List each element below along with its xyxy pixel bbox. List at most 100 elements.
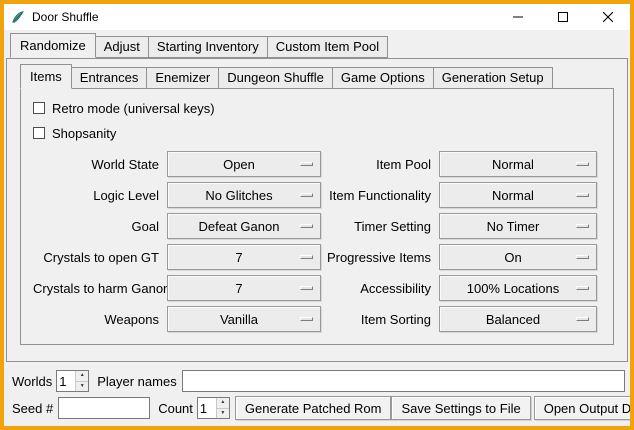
chevron-up-icon[interactable]: ▲ xyxy=(76,371,88,382)
dropdown-crystals-open-gt[interactable]: 7 xyxy=(167,244,321,270)
worlds-row: Worlds ▲ ▼ Player names xyxy=(12,370,625,392)
randomize-pane: Items Entrances Enemizer Dungeon Shuffle… xyxy=(6,58,628,362)
dropdown-weapons-value: Vanilla xyxy=(168,312,320,327)
dropdown-item-pool[interactable]: Normal xyxy=(439,151,597,177)
option-menu-indicator xyxy=(576,255,589,259)
inner-notebook: Items Entrances Enemizer Dungeon Shuffle… xyxy=(20,64,614,345)
option-menu-indicator xyxy=(300,286,313,290)
count-stepper-arrows: ▲ ▼ xyxy=(216,398,229,418)
shopsanity-label: Shopsanity xyxy=(52,126,116,141)
tab-generation-setup[interactable]: Generation Setup xyxy=(433,67,553,89)
dropdown-weapons[interactable]: Vanilla xyxy=(167,306,321,332)
option-menu-indicator xyxy=(576,193,589,197)
maximize-button[interactable] xyxy=(540,4,585,30)
dropdown-logic-level[interactable]: No Glitches xyxy=(167,182,321,208)
dropdown-world-state[interactable]: Open xyxy=(167,151,321,177)
bottom-controls: Worlds ▲ ▼ Player names Seed # Count ▲ ▼ xyxy=(4,362,630,426)
label-world-state: World State xyxy=(33,157,167,172)
tab-adjust[interactable]: Adjust xyxy=(95,36,149,58)
tab-game-options[interactable]: Game Options xyxy=(332,67,434,89)
dropdown-world-state-value: Open xyxy=(168,157,320,172)
option-menu-indicator xyxy=(300,162,313,166)
open-output-directory-button[interactable]: Open Output Directory xyxy=(534,396,634,420)
label-accessibility: Accessibility xyxy=(321,281,439,296)
dropdown-item-sorting[interactable]: Balanced xyxy=(439,306,597,332)
chevron-up-icon[interactable]: ▲ xyxy=(217,398,229,409)
count-stepper[interactable]: ▲ ▼ xyxy=(197,397,230,419)
label-crystals-harm-ganon: Crystals to harm Ganon xyxy=(33,281,167,296)
label-timer-setting: Timer Setting xyxy=(321,219,439,234)
close-button[interactable] xyxy=(585,4,630,30)
label-item-functionality: Item Functionality xyxy=(321,188,439,203)
label-weapons: Weapons xyxy=(33,312,167,327)
option-menu-indicator xyxy=(576,317,589,321)
option-menu-indicator xyxy=(300,317,313,321)
label-item-pool: Item Pool xyxy=(321,157,439,172)
tab-entrances[interactable]: Entrances xyxy=(71,67,148,89)
outer-tab-bar: Randomize Adjust Starting Inventory Cust… xyxy=(10,33,630,58)
label-progressive-items: Progressive Items xyxy=(321,250,439,265)
retro-mode-checkbox-row[interactable]: Retro mode (universal keys) xyxy=(33,98,601,118)
dropdown-crystals-harm-ganon-value: 7 xyxy=(168,281,320,296)
tab-starting-inventory[interactable]: Starting Inventory xyxy=(148,36,268,58)
tab-randomize[interactable]: Randomize xyxy=(10,33,96,58)
minimize-button[interactable] xyxy=(495,4,540,30)
tab-items[interactable]: Items xyxy=(20,64,72,89)
items-pane: Retro mode (universal keys) Shopsanity W… xyxy=(20,88,614,345)
window-title: Door Shuffle xyxy=(32,10,99,24)
tab-enemizer[interactable]: Enemizer xyxy=(146,67,219,89)
count-label: Count xyxy=(158,401,193,416)
dropdown-goal[interactable]: Defeat Ganon xyxy=(167,213,321,239)
option-menu-indicator xyxy=(576,224,589,228)
dropdown-accessibility[interactable]: 100% Locations xyxy=(439,275,597,301)
dropdown-timer-setting[interactable]: No Timer xyxy=(439,213,597,239)
dropdown-progressive-items-value: On xyxy=(440,250,596,265)
save-settings-button[interactable]: Save Settings to File xyxy=(391,396,530,420)
retro-mode-checkbox[interactable] xyxy=(33,102,45,114)
worlds-label: Worlds xyxy=(12,374,52,389)
tab-dungeon-shuffle[interactable]: Dungeon Shuffle xyxy=(218,67,333,89)
option-menu-indicator xyxy=(300,224,313,228)
shopsanity-checkbox-row[interactable]: Shopsanity xyxy=(33,123,601,143)
dropdown-progressive-items[interactable]: On xyxy=(439,244,597,270)
option-menu-indicator xyxy=(300,193,313,197)
seed-row: Seed # Count ▲ ▼ Generate Patched Rom Sa… xyxy=(12,396,625,420)
dropdown-item-functionality-value: Normal xyxy=(440,188,596,203)
seed-input[interactable] xyxy=(58,397,150,419)
worlds-stepper-arrows: ▲ ▼ xyxy=(75,371,88,391)
player-names-label: Player names xyxy=(97,374,176,389)
dropdown-logic-level-value: No Glitches xyxy=(168,188,320,203)
dropdown-timer-setting-value: No Timer xyxy=(440,219,596,234)
dropdown-goal-value: Defeat Ganon xyxy=(168,219,320,234)
chevron-down-icon[interactable]: ▼ xyxy=(217,409,229,419)
feather-app-icon xyxy=(10,9,26,25)
inner-tab-bar: Items Entrances Enemizer Dungeon Shuffle… xyxy=(20,64,614,89)
generate-patched-rom-button[interactable]: Generate Patched Rom xyxy=(235,396,392,420)
player-names-input[interactable] xyxy=(182,370,625,392)
shopsanity-checkbox[interactable] xyxy=(33,127,45,139)
settings-grid: World State Open Item Pool Normal Logic … xyxy=(33,151,601,332)
option-menu-indicator xyxy=(576,162,589,166)
label-logic-level: Logic Level xyxy=(33,188,167,203)
retro-mode-label: Retro mode (universal keys) xyxy=(52,101,215,116)
dropdown-item-sorting-value: Balanced xyxy=(440,312,596,327)
worlds-input[interactable] xyxy=(57,371,75,391)
dropdown-crystals-harm-ganon[interactable]: 7 xyxy=(167,275,321,301)
label-item-sorting: Item Sorting xyxy=(321,312,439,327)
dropdown-item-pool-value: Normal xyxy=(440,157,596,172)
window-controls xyxy=(495,4,630,30)
tab-custom-item-pool[interactable]: Custom Item Pool xyxy=(267,36,388,58)
label-goal: Goal xyxy=(33,219,167,234)
window: Door Shuffle Randomize Adjust Starting I… xyxy=(0,0,634,430)
dropdown-item-functionality[interactable]: Normal xyxy=(439,182,597,208)
count-input[interactable] xyxy=(198,398,216,418)
dropdown-crystals-open-gt-value: 7 xyxy=(168,250,320,265)
worlds-stepper[interactable]: ▲ ▼ xyxy=(56,370,89,392)
chevron-down-icon[interactable]: ▼ xyxy=(76,382,88,392)
seed-label: Seed # xyxy=(12,401,53,416)
titlebar: Door Shuffle xyxy=(4,4,630,30)
dropdown-accessibility-value: 100% Locations xyxy=(440,281,596,296)
option-menu-indicator xyxy=(300,255,313,259)
label-crystals-open-gt: Crystals to open GT xyxy=(33,250,167,265)
option-menu-indicator xyxy=(576,286,589,290)
